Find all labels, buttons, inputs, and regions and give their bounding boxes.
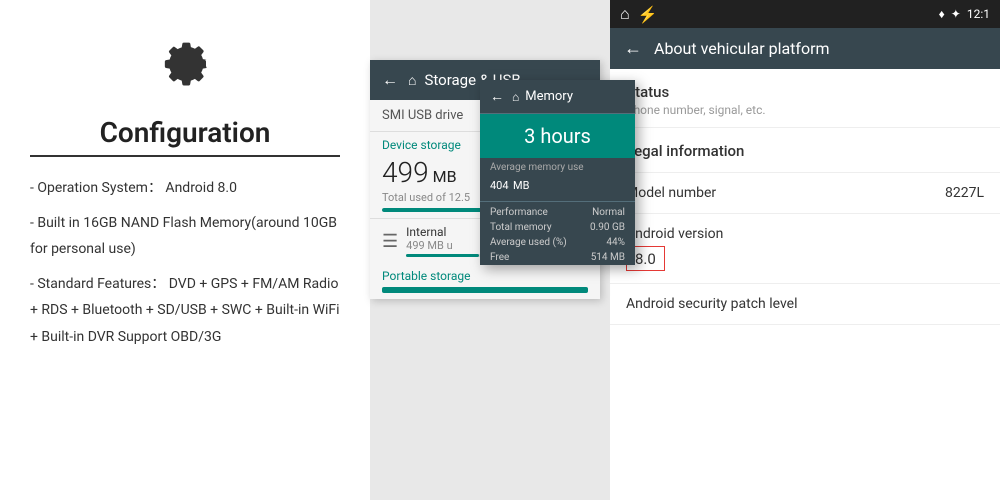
about-header-title: About vehicular platform xyxy=(654,39,830,58)
avg-pct-value: 44% xyxy=(606,237,625,248)
location-icon: ♦ xyxy=(939,7,945,21)
android-version-number: 8.0 xyxy=(635,250,656,268)
perf-label: Performance xyxy=(490,207,548,218)
storage-unit: MB xyxy=(433,167,457,186)
avg-pct-label: Average used (%) xyxy=(490,237,567,248)
config-item-2: - Standard Features： DVD + GPS + FM/AM R… xyxy=(30,271,340,351)
memory-title: Memory xyxy=(525,89,573,104)
left-panel: Configuration - Operation System： Androi… xyxy=(0,0,370,500)
model-number-row[interactable]: Model number 8227L xyxy=(610,173,1000,214)
config-item-0: - Operation System： Android 8.0 xyxy=(30,175,340,202)
internal-storage-icon: ☰ xyxy=(382,231,398,252)
total-label: Total memory xyxy=(490,222,552,233)
memory-panel: ← ⌂ Memory 3 hours Average memory use 40… xyxy=(480,80,635,265)
storage-back-button[interactable]: ← xyxy=(382,70,398,90)
usb-icon: ⚡ xyxy=(638,5,658,24)
memory-avg-pct-row: Average used (%) 44% xyxy=(480,235,635,250)
model-number-label: Model number xyxy=(626,185,716,201)
config-list: - Operation System： Android 8.0 - Built … xyxy=(30,175,340,359)
model-number-value: 8227L xyxy=(945,185,984,201)
gear-icon xyxy=(150,30,220,104)
home-status-icon: ⌂ xyxy=(620,4,630,24)
android-version-label: Android version xyxy=(626,226,723,242)
memory-free-row: Free 514 MB xyxy=(480,250,635,265)
memory-back-button[interactable]: ← xyxy=(490,88,504,105)
android-version-info: Android version 8.0 xyxy=(626,226,723,271)
about-back-button[interactable]: ← xyxy=(624,38,642,59)
memory-total-row: Total memory 0.90 GB xyxy=(480,220,635,235)
memory-perf-row: Performance Normal xyxy=(480,205,635,220)
memory-avg-unit: MB xyxy=(513,179,529,192)
memory-divider xyxy=(480,201,635,202)
config-title: Configuration xyxy=(100,116,271,149)
statusbar-right-icons: ♦ ✦ 12:1 xyxy=(939,7,990,21)
status-section[interactable]: Status Phone number, signal, etc. xyxy=(610,69,1000,128)
security-patch-label: Android security patch level xyxy=(626,296,984,312)
status-bar: ⌂ ⚡ ♦ ✦ 12:1 xyxy=(610,0,1000,28)
middle-area: ← ⌂ Storage & USB SMI USB drive Device s… xyxy=(370,0,610,500)
config-divider xyxy=(30,155,340,157)
memory-header: ← ⌂ Memory xyxy=(480,80,635,114)
memory-avg-number: 404 xyxy=(490,179,509,192)
memory-avg-value: 404 MB xyxy=(480,173,635,198)
time-display: 12:1 xyxy=(967,7,990,21)
storage-home-icon[interactable]: ⌂ xyxy=(408,72,416,89)
config-item-1: - Built in 16GB NAND Flash Memory(around… xyxy=(30,210,340,263)
portable-bar xyxy=(382,287,588,293)
memory-avg-label: Average memory use xyxy=(480,158,635,173)
total-value: 0.90 GB xyxy=(590,222,625,233)
security-patch-row[interactable]: Android security patch level xyxy=(610,284,1000,325)
status-title: Status xyxy=(626,83,984,101)
portable-label: Portable storage xyxy=(370,263,600,285)
about-header: ← About vehicular platform xyxy=(610,28,1000,69)
statusbar-left-icons: ⌂ ⚡ xyxy=(620,4,658,24)
perf-value: Normal xyxy=(592,207,625,218)
memory-home-icon[interactable]: ⌂ xyxy=(512,90,519,104)
internal-bar-fill xyxy=(406,254,479,257)
memory-hours-display: 3 hours xyxy=(480,114,635,158)
free-label: Free xyxy=(490,252,509,263)
free-value: 514 MB xyxy=(591,252,625,263)
bluetooth-icon: ✦ xyxy=(951,7,961,21)
right-panel: ⌂ ⚡ ♦ ✦ 12:1 ← About vehicular platform … xyxy=(610,0,1000,500)
storage-number: 499 xyxy=(382,156,429,189)
legal-section[interactable]: Legal information xyxy=(610,128,1000,173)
legal-title: Legal information xyxy=(626,142,984,160)
about-content: Status Phone number, signal, etc. Legal … xyxy=(610,69,1000,500)
android-version-row[interactable]: Android version 8.0 xyxy=(610,214,1000,284)
status-sub: Phone number, signal, etc. xyxy=(626,103,984,117)
